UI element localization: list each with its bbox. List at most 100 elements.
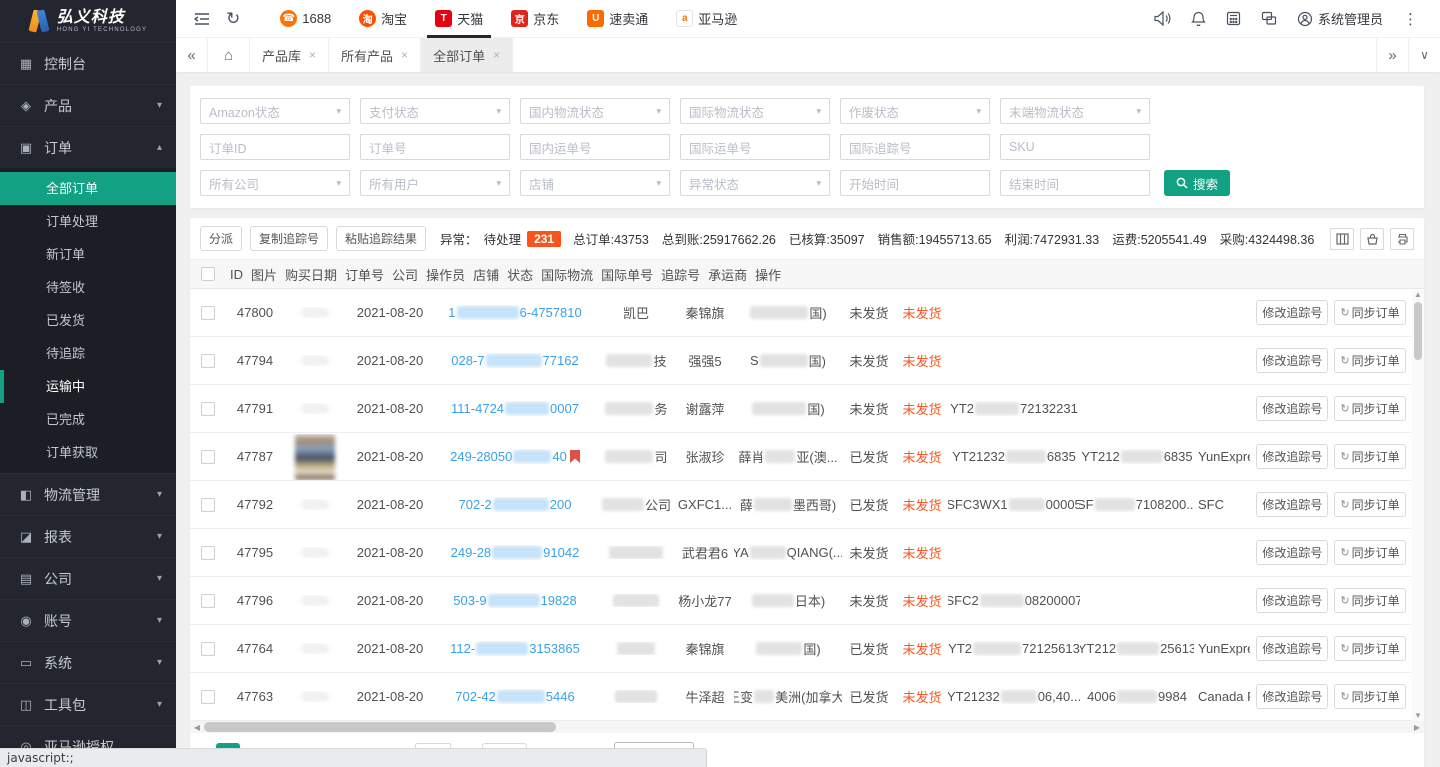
tab-close-icon[interactable]: ×: [493, 48, 500, 62]
order-number-link[interactable]: 112-3153865: [450, 641, 580, 656]
toolbar-button[interactable]: 分派: [200, 226, 242, 251]
sync-order-button[interactable]: ↻同步订单: [1334, 684, 1405, 709]
sync-order-button[interactable]: ↻同步订单: [1334, 540, 1405, 565]
page-tab[interactable]: 所有产品 ×: [329, 38, 421, 72]
marketplace-item[interactable]: ☎ 1688: [266, 0, 345, 38]
order-number-link[interactable]: 702-2200: [459, 497, 572, 512]
columns-icon[interactable]: [1330, 228, 1354, 250]
select-all-checkbox[interactable]: [201, 267, 215, 281]
row-checkbox[interactable]: [201, 354, 215, 368]
sidebar-submenu-item[interactable]: 订单处理: [0, 205, 176, 238]
sync-order-button[interactable]: ↻同步订单: [1334, 444, 1405, 469]
marketplace-item[interactable]: U 速卖通: [573, 0, 662, 38]
filter-field[interactable]: 所有公司 ▾: [200, 170, 350, 196]
marketplace-item[interactable]: 京 京东: [497, 0, 573, 38]
row-checkbox[interactable]: [201, 642, 215, 656]
export-icon[interactable]: [1360, 228, 1384, 250]
edit-tracking-button[interactable]: 修改追踪号: [1256, 300, 1328, 325]
filter-input[interactable]: 国际运单号 ▾: [680, 134, 830, 160]
sync-order-button[interactable]: ↻同步订单: [1334, 588, 1405, 613]
row-checkbox[interactable]: [201, 690, 215, 704]
sidebar-submenu-item[interactable]: 待签收: [0, 271, 176, 304]
edit-tracking-button[interactable]: 修改追踪号: [1256, 444, 1328, 469]
sync-order-button[interactable]: ↻同步订单: [1334, 348, 1405, 373]
marketplace-item[interactable]: a 亚马逊: [662, 0, 751, 38]
marketplace-item[interactable]: T 天猫: [421, 0, 497, 38]
filter-select[interactable]: 作废状态 ▾: [840, 98, 990, 124]
scroll-up-icon[interactable]: ▲: [1414, 290, 1422, 300]
scroll-down-icon[interactable]: ▼: [1414, 711, 1422, 721]
horizontal-scroll-thumb[interactable]: [204, 722, 556, 732]
sync-order-button[interactable]: ↻同步订单: [1334, 300, 1405, 325]
filter-field[interactable]: 所有用户 ▾: [360, 170, 510, 196]
filter-input[interactable]: 订单号 ▾: [360, 134, 510, 160]
sidebar-menu-item[interactable]: ▦ 控制台: [0, 42, 176, 84]
sidebar-submenu-item[interactable]: 运输中: [0, 370, 176, 403]
scroll-left-icon[interactable]: ◀: [190, 723, 204, 732]
filter-field[interactable]: 异常状态 ▾: [680, 170, 830, 196]
marketplace-item[interactable]: 淘 淘宝: [345, 0, 421, 38]
pending-count-badge[interactable]: 231: [527, 231, 561, 247]
edit-tracking-button[interactable]: 修改追踪号: [1256, 396, 1328, 421]
sync-order-button[interactable]: ↻同步订单: [1334, 636, 1405, 661]
order-number-link[interactable]: 16-4757810: [448, 305, 581, 320]
edit-tracking-button[interactable]: 修改追踪号: [1256, 684, 1328, 709]
scroll-right-icon[interactable]: ▶: [1410, 723, 1424, 732]
edit-tracking-button[interactable]: 修改追踪号: [1256, 636, 1328, 661]
sidebar-submenu-item[interactable]: 已发货: [0, 304, 176, 337]
order-number-link[interactable]: 249-2891042: [451, 545, 580, 560]
sidebar-submenu-item[interactable]: 全部订单: [0, 172, 176, 205]
bell-icon[interactable]: [1183, 7, 1214, 31]
sidebar-menu-item[interactable]: ◫ 工具包 ▾: [0, 683, 176, 725]
edit-tracking-button[interactable]: 修改追踪号: [1256, 540, 1328, 565]
order-number-link[interactable]: 249-2805040: [450, 449, 567, 464]
row-checkbox[interactable]: [201, 402, 215, 416]
tabs-menu-icon[interactable]: ∨: [1408, 38, 1440, 72]
sync-order-button[interactable]: ↻同步订单: [1334, 396, 1405, 421]
order-number-link[interactable]: 503-919828: [453, 593, 576, 608]
order-number-link[interactable]: 111-47240007: [451, 401, 579, 416]
filter-input[interactable]: 订单ID ▾: [200, 134, 350, 160]
page-tab[interactable]: 全部订单 ×: [421, 38, 513, 72]
sidebar-menu-item[interactable]: ▭ 系统 ▾: [0, 641, 176, 683]
tab-close-icon[interactable]: ×: [309, 48, 316, 62]
sidebar-menu-item[interactable]: ◉ 账号 ▾: [0, 599, 176, 641]
sidebar-menu-item[interactable]: ▤ 公司 ▾: [0, 557, 176, 599]
sidebar-submenu-item[interactable]: 订单获取: [0, 436, 176, 469]
sync-order-button[interactable]: ↻同步订单: [1334, 492, 1405, 517]
sidebar-submenu-item[interactable]: 新订单: [0, 238, 176, 271]
filter-select[interactable]: 国际物流状态 ▾: [680, 98, 830, 124]
windows-icon[interactable]: [1253, 7, 1285, 30]
sidebar-collapse-icon[interactable]: [186, 8, 218, 30]
row-checkbox[interactable]: [201, 546, 215, 560]
filter-input[interactable]: SKU ▾: [1000, 134, 1150, 160]
tabs-forward-icon[interactable]: »: [1376, 38, 1408, 72]
home-icon[interactable]: ⌂: [208, 38, 250, 72]
toolbar-button[interactable]: 粘贴追踪结果: [336, 226, 426, 251]
edit-tracking-button[interactable]: 修改追踪号: [1256, 588, 1328, 613]
refresh-icon[interactable]: ↻: [218, 6, 248, 31]
sidebar-submenu-item[interactable]: 待追踪: [0, 337, 176, 370]
row-checkbox[interactable]: [201, 594, 215, 608]
order-number-link[interactable]: 702-425446: [455, 689, 574, 704]
filter-input[interactable]: 国内运单号 ▾: [520, 134, 670, 160]
sidebar-menu-item[interactable]: ▣ 订单 ▴: [0, 126, 176, 168]
edit-tracking-button[interactable]: 修改追踪号: [1256, 492, 1328, 517]
page-tab[interactable]: 产品库 ×: [250, 38, 329, 72]
print-icon[interactable]: [1390, 228, 1414, 250]
speaker-icon[interactable]: [1146, 7, 1179, 30]
sidebar-menu-item[interactable]: ◪ 报表 ▾: [0, 515, 176, 557]
sidebar-menu-item[interactable]: ◧ 物流管理 ▾: [0, 473, 176, 515]
filter-select[interactable]: Amazon状态 ▾: [200, 98, 350, 124]
filter-field[interactable]: 开始时间 ▾: [840, 170, 990, 196]
filter-field[interactable]: 店铺 ▾: [520, 170, 670, 196]
row-checkbox[interactable]: [201, 306, 215, 320]
search-button[interactable]: 搜索: [1164, 170, 1230, 196]
tabs-collapse-icon[interactable]: «: [176, 38, 208, 72]
toolbar-button[interactable]: 复制追踪号: [250, 226, 328, 251]
filter-select[interactable]: 国内物流状态 ▾: [520, 98, 670, 124]
tab-close-icon[interactable]: ×: [401, 48, 408, 62]
sidebar-submenu-item[interactable]: 已完成: [0, 403, 176, 436]
filter-input[interactable]: 国际追踪号 ▾: [840, 134, 990, 160]
filter-select[interactable]: 末端物流状态 ▾: [1000, 98, 1150, 124]
